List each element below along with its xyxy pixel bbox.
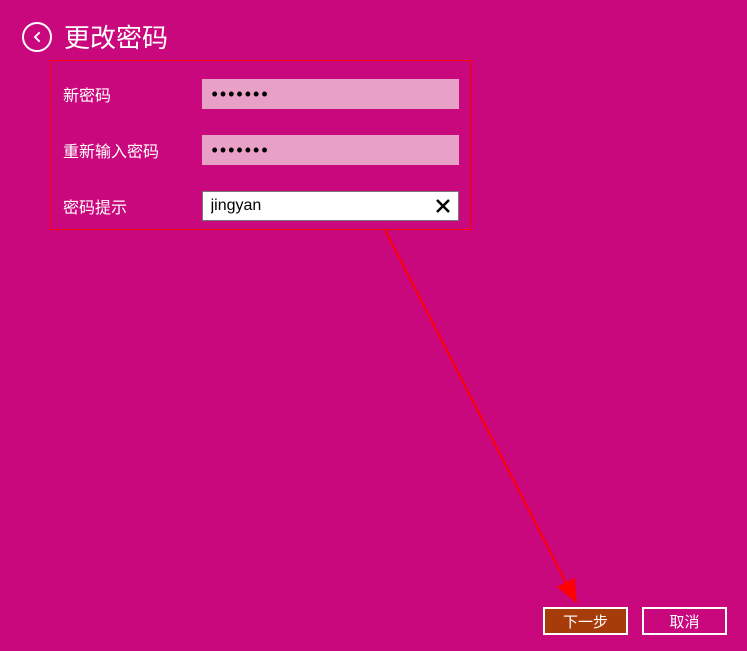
clear-icon[interactable] (432, 195, 454, 217)
x-icon (436, 199, 450, 213)
confirm-password-label: 重新输入密码 (63, 138, 202, 162)
back-arrow-icon (29, 29, 45, 45)
new-password-label: 新密码 (63, 82, 202, 106)
hint-input-wrapper (202, 191, 459, 221)
back-button[interactable] (22, 22, 52, 52)
hint-row: 密码提示 (63, 191, 459, 221)
new-password-input[interactable] (202, 79, 459, 109)
page-title: 更改密码 (64, 18, 168, 55)
new-password-row: 新密码 (63, 79, 459, 109)
confirm-password-row: 重新输入密码 (63, 135, 459, 165)
footer-buttons: 下一步 取消 (543, 607, 727, 635)
header: 更改密码 (0, 0, 747, 55)
confirm-password-input[interactable] (202, 135, 459, 165)
cancel-button[interactable]: 取消 (642, 607, 727, 635)
hint-input[interactable] (203, 192, 432, 220)
next-button[interactable]: 下一步 (543, 607, 628, 635)
form-highlight-box: 新密码 重新输入密码 密码提示 (50, 60, 472, 230)
hint-label: 密码提示 (63, 194, 202, 218)
